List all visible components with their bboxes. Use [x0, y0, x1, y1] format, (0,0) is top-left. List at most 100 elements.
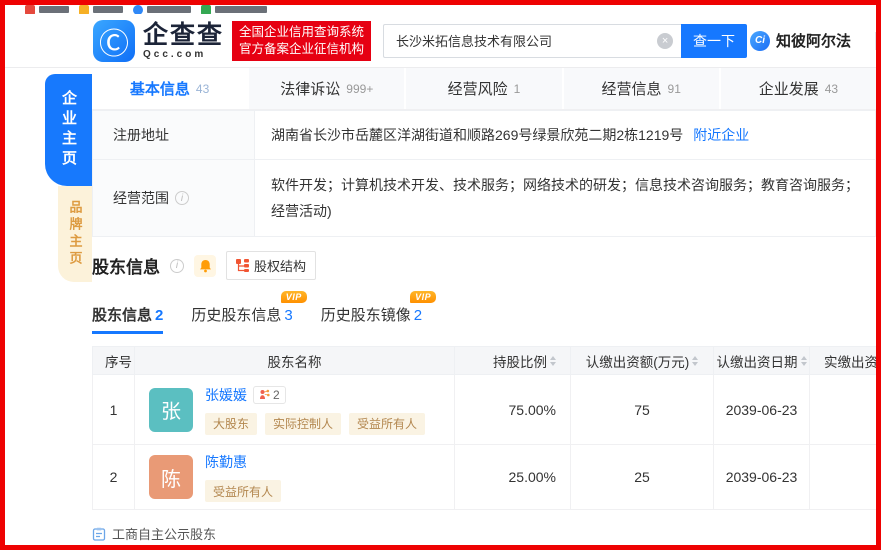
bookmark-label-fragment — [147, 6, 191, 13]
site-header: Ⓒ 企查查 Qcc.com 全国企业信用查询系统 官方备案企业征信机构 查一下 … — [5, 14, 876, 68]
bookmark-label-fragment — [93, 6, 123, 13]
sort-icon[interactable] — [550, 356, 556, 366]
header-subscribed-date-sortable[interactable]: 认缴出资日期 — [714, 347, 810, 375]
qcc-logo-icon[interactable]: Ⓒ — [93, 20, 135, 62]
certification-badge-line1: 全国企业信用查询系统 — [239, 24, 364, 41]
header-shareholder-name: 股东名称 — [135, 347, 455, 375]
bookmark-label-fragment — [39, 6, 69, 13]
shareholder-name-link[interactable]: 陈勤惠 — [205, 452, 247, 472]
header-ratio-sortable[interactable]: 持股比例 — [455, 347, 571, 375]
tab-count: 1 — [514, 82, 521, 96]
side-tab-enterprise-home[interactable]: 企业主页 — [45, 74, 92, 186]
side-tab-brand-home[interactable]: 品牌主页 — [58, 186, 92, 282]
folder-icon — [79, 5, 89, 14]
shareholder-table: 序号 股东名称 持股比例 认缴出资额(万元) 认缴出资日期 实缴出资 1 张 — [92, 346, 881, 510]
shareholder-section-title: 股东信息 — [92, 253, 160, 278]
shareholder-name-cell: 陈 陈勤惠 受益所有人 — [135, 445, 455, 510]
table-row: 经营范围 软件开发；计算机技术开发、技术服务；网络技术的研发；信息技术咨询服务；… — [93, 160, 876, 237]
shareholder-row: 2 陈 陈勤惠 受益所有人 — [93, 445, 881, 510]
business-self-disclosure-link[interactable]: 工商自主公示股东 — [92, 524, 876, 543]
certification-badge: 全国企业信用查询系统 官方备案企业征信机构 — [232, 21, 371, 61]
header-subscribed-amount-sortable[interactable]: 认缴出资额(万元) — [571, 347, 714, 375]
tab-operation-risk[interactable]: 经营风险 1 — [406, 68, 561, 109]
tab-shareholder-info[interactable]: 股东信息2 — [92, 304, 163, 334]
zhibi-alpha-entry[interactable]: Ci 知彼阿尔法 — [750, 30, 851, 51]
qcc-logo-text[interactable]: 企查查 Qcc.com — [143, 22, 224, 60]
subscribed-amount: 75 — [571, 375, 714, 445]
qcc-logo-title: 企查查 — [143, 22, 224, 48]
header-label: 认缴出资额(万元) — [586, 355, 690, 370]
tab-label: 企业发展 — [759, 78, 819, 99]
shareholder-tabs: 股东信息2 历史股东信息3 VIP 历史股东镜像2 VIP — [92, 304, 876, 334]
equity-structure-button[interactable]: 股权结构 — [226, 251, 316, 280]
certification-badge-line2: 官方备案企业征信机构 — [239, 41, 364, 58]
header-paid-amount: 实缴出资 — [810, 347, 881, 375]
subscribed-date: 2039-06-23 — [714, 445, 810, 510]
bookmarks-bar — [5, 5, 876, 14]
tab-legal-litigation[interactable]: 法律诉讼 999+ — [249, 68, 404, 109]
row-index: 1 — [93, 375, 135, 445]
shareholder-tag: 受益所有人 — [205, 480, 281, 502]
shareholder-section: 股东信息 股权结构 股东信息2 历史股东信息3 — [92, 251, 876, 543]
registered-address-label-cell: 注册地址 — [93, 111, 255, 160]
shareholder-tag: 实际控制人 — [265, 413, 341, 435]
association-count-badge[interactable]: 2 — [253, 386, 286, 404]
zhibi-alpha-icon: Ci — [750, 31, 770, 51]
registered-address-value-cell: 湖南省长沙市岳麓区洋湖街道和顺路269号绿景欣苑二期2栋1219号附近企业 — [255, 111, 876, 160]
qcc-logo-domain: Qcc.com — [143, 49, 224, 60]
association-count: 2 — [273, 388, 280, 402]
business-scope-value-cell: 软件开发；计算机技术开发、技术服务；网络技术的研发；信息技术咨询服务；教育咨询服… — [255, 160, 876, 237]
table-header-row: 序号 股东名称 持股比例 认缴出资额(万元) 认缴出资日期 实缴出资 — [93, 347, 881, 375]
section-nav-tabs: 基本信息 43 法律诉讼 999+ 经营风险 1 经营信息 91 企业发展 — [92, 68, 876, 110]
bookmark-item[interactable] — [133, 5, 191, 14]
nearby-companies-link[interactable]: 附近企业 — [693, 127, 749, 143]
info-icon[interactable] — [170, 259, 184, 273]
business-scope-line1: 软件开发；计算机技术开发、技术服务；网络技术的研发；信息技术咨询服务；教育咨询服… — [271, 172, 859, 198]
business-scope-line2: 经营活动) — [271, 198, 859, 224]
shareholder-row: 1 张 张媛媛 2 — [93, 375, 881, 445]
bookmark-item[interactable] — [25, 5, 69, 14]
tab-basic-info[interactable]: 基本信息 43 — [92, 68, 247, 109]
relation-graph-icon — [259, 389, 270, 400]
tab-count: 91 — [668, 82, 681, 96]
shareholder-name-link[interactable]: 张媛媛 — [205, 385, 247, 405]
page-body: 企业主页 品牌主页 基本信息 43 法律诉讼 999+ 经营风险 1 — [5, 68, 876, 543]
search-input[interactable] — [383, 24, 681, 58]
zhibi-alpha-label: 知彼阿尔法 — [776, 30, 851, 51]
header-label: 持股比例 — [493, 355, 547, 370]
bookmark-label-fragment — [215, 6, 267, 13]
bookmark-favicon — [201, 5, 211, 14]
avatar: 陈 — [149, 455, 193, 499]
paid-amount — [810, 375, 881, 445]
business-self-disclosure-label: 工商自主公示股东 — [112, 524, 216, 543]
clear-search-icon[interactable] — [657, 33, 673, 49]
shareholder-tag: 大股东 — [205, 413, 257, 435]
equity-structure-label: 股权结构 — [254, 256, 306, 275]
info-icon[interactable] — [175, 191, 189, 205]
tab-operation-info[interactable]: 经营信息 91 — [564, 68, 719, 109]
tab-count: 43 — [196, 82, 209, 96]
bookmark-favicon — [25, 5, 35, 14]
header-no: 序号 — [93, 347, 135, 375]
row-index: 2 — [93, 445, 135, 510]
shareholder-tag: 受益所有人 — [349, 413, 425, 435]
main-content: 基本信息 43 法律诉讼 999+ 经营风险 1 经营信息 91 企业发展 — [92, 68, 876, 543]
header-divider — [875, 32, 876, 50]
tab-enterprise-development[interactable]: 企业发展 43 — [721, 68, 876, 109]
tab-label: 历史股东镜像 — [321, 307, 411, 324]
tab-count: 999+ — [346, 82, 373, 96]
search-button[interactable]: 查一下 — [681, 24, 747, 58]
tab-history-shareholder-snapshot[interactable]: 历史股东镜像2 VIP — [321, 304, 422, 334]
bookmark-item[interactable] — [79, 5, 123, 14]
sort-icon[interactable] — [801, 356, 807, 366]
shareholder-name-cell: 张 张媛媛 2 — [135, 375, 455, 445]
vip-badge: VIP — [410, 291, 436, 303]
tab-count: 43 — [825, 82, 838, 96]
tab-label: 经营风险 — [448, 78, 508, 99]
tab-count: 2 — [414, 307, 422, 324]
bookmark-item[interactable] — [201, 5, 267, 14]
sort-icon[interactable] — [692, 356, 698, 366]
registered-address-value: 湖南省长沙市岳麓区洋湖街道和顺路269号绿景欣苑二期2栋1219号 — [271, 127, 683, 143]
bell-icon[interactable] — [194, 255, 216, 277]
tab-history-shareholder-info[interactable]: 历史股东信息3 VIP — [191, 304, 292, 334]
